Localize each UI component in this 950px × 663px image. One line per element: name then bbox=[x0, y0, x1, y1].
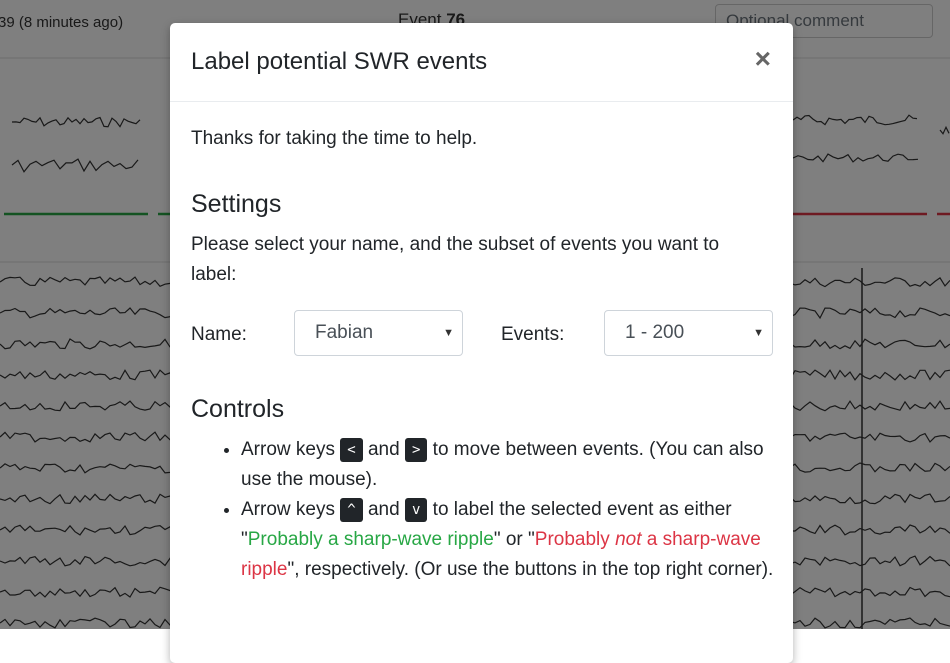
name-label: Name: bbox=[191, 324, 247, 345]
right-arrow-key: > bbox=[404, 438, 428, 462]
chevron-down-icon: ▼ bbox=[753, 327, 764, 339]
settings-heading: Settings bbox=[191, 190, 282, 218]
events-select[interactable]: 1 - 200 ▼ bbox=[604, 310, 773, 356]
negative-label-pre: Probably bbox=[534, 529, 610, 550]
name-select-value: Fabian bbox=[315, 322, 374, 343]
item-text: Arrow keys bbox=[241, 499, 335, 520]
quote: " bbox=[241, 529, 248, 550]
controls-list: Arrow keys < and > to move between event… bbox=[191, 435, 781, 585]
chevron-down-icon: ▼ bbox=[443, 327, 454, 339]
events-select-value: 1 - 200 bbox=[625, 322, 685, 343]
modal-title: Label potential SWR events bbox=[191, 48, 488, 75]
item-text: Arrow keys bbox=[241, 439, 335, 460]
left-arrow-key: < bbox=[340, 438, 363, 462]
list-item: Arrow keys ^ and v to label the selected… bbox=[241, 495, 781, 585]
list-item: Arrow keys < and > to move between event… bbox=[241, 435, 781, 495]
close-button[interactable]: × bbox=[755, 45, 771, 73]
negative-label-emphasis: not bbox=[615, 529, 642, 550]
item-text: and bbox=[367, 439, 400, 460]
item-text: ", respectively. (Or use the buttons in … bbox=[287, 559, 774, 580]
settings-text: Please select your name, and the subset … bbox=[191, 234, 720, 285]
help-modal: Label potential SWR events × Thanks for … bbox=[170, 23, 793, 663]
item-text: and bbox=[367, 499, 400, 520]
up-arrow-key: ^ bbox=[340, 498, 363, 522]
name-select[interactable]: Fabian ▼ bbox=[294, 310, 463, 356]
controls-heading: Controls bbox=[191, 395, 285, 423]
quote: " or " bbox=[493, 529, 535, 550]
intro-text: Thanks for taking the time to help. bbox=[191, 128, 478, 149]
item-text: to label the selected event as either bbox=[432, 499, 732, 520]
positive-label-text: Probably a sharp-wave ripple bbox=[247, 529, 494, 550]
events-label: Events: bbox=[501, 324, 565, 345]
down-arrow-key: v bbox=[404, 498, 428, 522]
modal-header: Label potential SWR events × bbox=[170, 23, 793, 102]
